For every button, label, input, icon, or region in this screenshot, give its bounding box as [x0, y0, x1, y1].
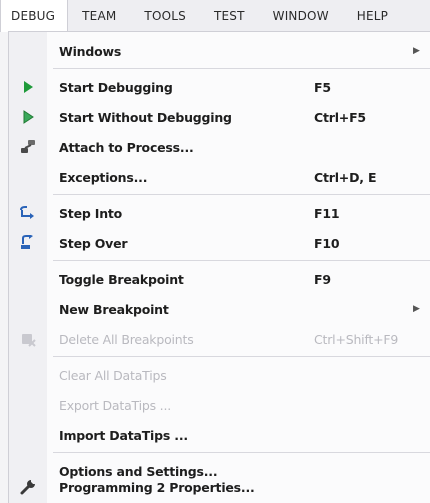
step-into-icon	[15, 200, 41, 226]
menu-debug[interactable]: DEBUG	[0, 0, 69, 32]
menu-item-toggle-breakpoint[interactable]: Toggle Breakpoint F9	[9, 264, 430, 294]
menu-item-shortcut: Ctrl+D, E	[314, 169, 377, 185]
menu-item-label: Clear All DataTips	[59, 367, 167, 383]
menu-item-delete-all-breakpoints: Delete All Breakpoints Ctrl+Shift+F9	[9, 324, 430, 354]
menu-item-step-into[interactable]: Step Into F11	[9, 198, 430, 228]
menu-tools[interactable]: TOOLS	[130, 0, 200, 32]
menu-help[interactable]: HELP	[343, 0, 402, 32]
menu-item-windows[interactable]: Windows ▶	[9, 36, 430, 66]
menu-item-exceptions[interactable]: Exceptions... Ctrl+D, E	[9, 162, 430, 192]
menu-item-import-datatips[interactable]: Import DataTips ...	[9, 420, 430, 450]
wrench-icon	[15, 474, 41, 500]
step-over-icon	[15, 230, 41, 256]
menu-item-shortcut: Ctrl+Shift+F9	[314, 331, 399, 347]
menu-item-shortcut: F9	[314, 271, 331, 287]
menu-item-label: Start Debugging	[59, 79, 173, 95]
menu-item-programming-properties[interactable]: Programming 2 Properties...	[9, 474, 430, 500]
menu-item-export-datatips: Export DataTips ...	[9, 390, 430, 420]
separator	[53, 356, 430, 357]
menu-item-shortcut: F11	[314, 205, 340, 221]
separator	[53, 194, 430, 195]
submenu-arrow-icon: ▶	[413, 304, 420, 314]
separator	[53, 260, 430, 261]
menu-item-shortcut: F5	[314, 79, 331, 95]
menu-item-label: Step Into	[59, 205, 123, 221]
menu-item-label: Step Over	[59, 235, 128, 251]
menu-item-shortcut: Ctrl+F5	[314, 109, 366, 125]
submenu-arrow-icon: ▶	[413, 46, 420, 56]
menu-test[interactable]: TEST	[200, 0, 259, 32]
menu-item-label: Toggle Breakpoint	[59, 271, 184, 287]
menu-item-clear-all-datatips: Clear All DataTips	[9, 360, 430, 390]
menu-item-label: Delete All Breakpoints	[59, 331, 194, 347]
menu-team[interactable]: TEAM	[68, 0, 130, 32]
menu-item-step-over[interactable]: Step Over F10	[9, 228, 430, 258]
menu-window[interactable]: WINDOW	[259, 0, 343, 32]
attach-process-icon	[15, 134, 41, 160]
menu-item-label: Start Without Debugging	[59, 109, 232, 125]
menu-item-new-breakpoint[interactable]: New Breakpoint ▶	[9, 294, 430, 324]
menu-item-label: Import DataTips ...	[59, 427, 188, 443]
separator	[53, 452, 430, 453]
play-outline-icon	[15, 104, 41, 130]
menu-item-label: New Breakpoint	[59, 301, 169, 317]
delete-breakpoints-icon	[15, 326, 41, 352]
menu-item-label: Export DataTips ...	[59, 397, 172, 413]
menu-item-label: Windows	[59, 43, 122, 59]
menu-item-start-debugging[interactable]: Start Debugging F5	[9, 72, 430, 102]
debug-dropdown-menu: Windows ▶ Start Debugging F5 Start Witho…	[8, 31, 430, 503]
menu-item-attach-to-process[interactable]: Attach to Process...	[9, 132, 430, 162]
menu-item-start-without-debugging[interactable]: Start Without Debugging Ctrl+F5	[9, 102, 430, 132]
menu-item-shortcut: F10	[314, 235, 340, 251]
menu-item-label: Programming 2 Properties...	[59, 479, 255, 495]
menu-item-label: Exceptions...	[59, 169, 148, 185]
play-icon	[15, 74, 41, 100]
separator	[53, 68, 430, 69]
menu-item-label: Attach to Process...	[59, 139, 194, 155]
menu-bar: DEBUG TEAM TOOLS TEST WINDOW HELP	[0, 0, 430, 32]
